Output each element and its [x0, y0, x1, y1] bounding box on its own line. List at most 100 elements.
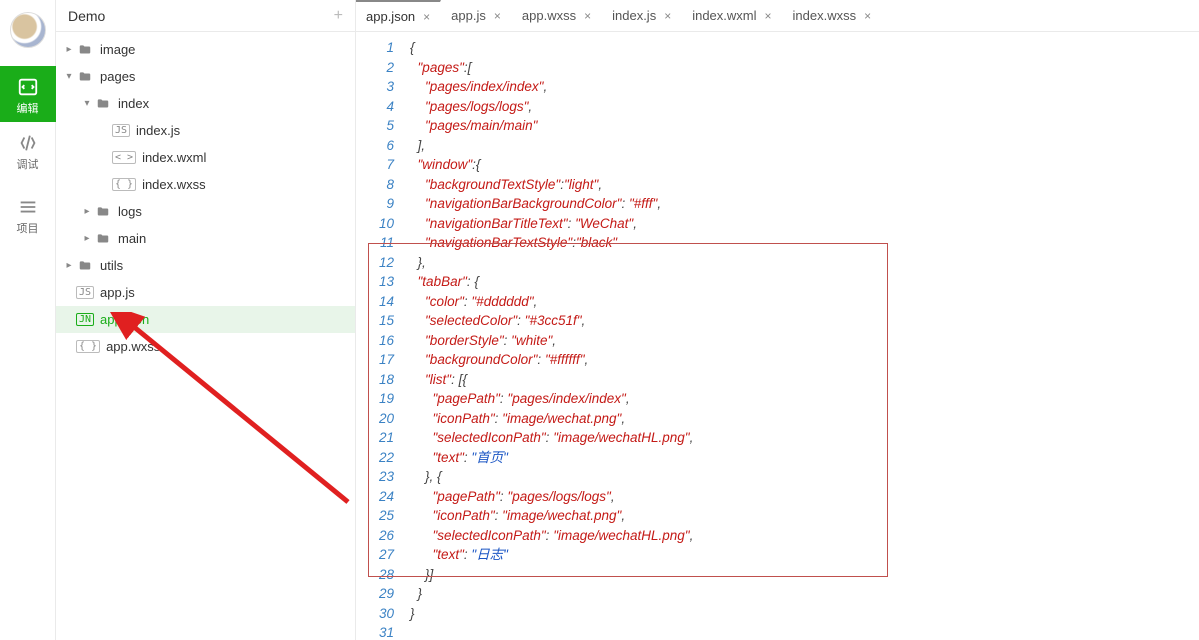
- folder-icon: [76, 259, 94, 273]
- chevron-icon: ▸: [64, 260, 74, 271]
- filetype-badge: { }: [76, 340, 100, 353]
- close-icon[interactable]: ×: [664, 9, 671, 23]
- file-label: index.wxml: [142, 150, 206, 165]
- chevron-icon: ▸: [64, 44, 74, 55]
- file-label: pages: [100, 69, 135, 84]
- tree-file-app.wxss[interactable]: { } app.wxss: [56, 333, 355, 360]
- file-explorer: Demo + ▸ image ▾ pages ▾ index JSindex.js < > in…: [56, 0, 356, 640]
- folder-icon: [94, 232, 112, 246]
- code-line: "iconPath": "image/wechat.png",: [410, 506, 1199, 526]
- code-line: "pages/main/main": [410, 116, 1199, 136]
- project-title: Demo: [68, 8, 105, 24]
- sidebar-project[interactable]: 项目: [0, 186, 56, 242]
- sidebar-edit-label: 编辑: [17, 100, 39, 116]
- sidebar-debug[interactable]: 调试: [0, 122, 56, 178]
- folder-icon: [94, 97, 112, 111]
- chevron-icon: ▸: [82, 206, 92, 217]
- close-icon[interactable]: ×: [765, 9, 772, 23]
- tree-file-index.wxml[interactable]: < > index.wxml: [56, 144, 355, 171]
- code-area[interactable]: 1234567891011121314151617181920212223242…: [356, 32, 1199, 640]
- code-line: }, {: [410, 467, 1199, 487]
- tree-file-index.js[interactable]: JSindex.js: [56, 117, 355, 144]
- code-line: [410, 623, 1199, 640]
- code-line: "pages":[: [410, 58, 1199, 78]
- code-line: "color": "#dddddd",: [410, 292, 1199, 312]
- sidebar-project-label: 项目: [17, 220, 39, 236]
- file-label: app.wxss: [106, 339, 160, 354]
- code-line: }: [410, 604, 1199, 624]
- code-line: "pagePath": "pages/index/index",: [410, 389, 1199, 409]
- file-label: index: [118, 96, 149, 111]
- chevron-icon: ▸: [82, 233, 92, 244]
- chevron-icon: ▾: [82, 98, 92, 109]
- close-icon[interactable]: ×: [494, 9, 501, 23]
- code-line: "text": "日志": [410, 545, 1199, 565]
- code-line: },: [410, 253, 1199, 273]
- code-line: "selectedIconPath": "image/wechatHL.png"…: [410, 428, 1199, 448]
- code-line: "iconPath": "image/wechat.png",: [410, 409, 1199, 429]
- code-line: {: [410, 38, 1199, 58]
- tab-app.wxss[interactable]: app.wxss ×: [512, 0, 602, 31]
- file-label: logs: [118, 204, 142, 219]
- filetype-badge: < >: [112, 151, 136, 164]
- editor-tabs: app.json×app.js×app.wxss×index.js×index.…: [356, 0, 1199, 32]
- tab-label: index.js: [612, 8, 656, 23]
- code-line: "text": "首页": [410, 448, 1199, 468]
- tab-index.wxss[interactable]: index.wxss ×: [783, 0, 883, 31]
- code-line: "window":{: [410, 155, 1199, 175]
- tree-file-index.wxss[interactable]: { } index.wxss: [56, 171, 355, 198]
- tab-index.js[interactable]: index.js ×: [602, 0, 682, 31]
- code-line: "borderStyle": "white",: [410, 331, 1199, 351]
- tree-folder-utils[interactable]: ▸utils: [56, 252, 355, 279]
- filetype-badge: JS: [76, 286, 94, 299]
- tree-folder-image[interactable]: ▸ image: [56, 36, 355, 63]
- code-line: "navigationBarBackgroundColor": "#fff",: [410, 194, 1199, 214]
- tab-label: app.json: [366, 9, 415, 24]
- code-line: "navigationBarTitleText": "WeChat",: [410, 214, 1199, 234]
- menu-icon: [17, 196, 39, 218]
- tab-label: index.wxml: [692, 8, 756, 23]
- code-icon: [17, 76, 39, 98]
- tab-label: app.js: [451, 8, 486, 23]
- code-line: "pages/index/index",: [410, 77, 1199, 97]
- code-line: "tabBar": {: [410, 272, 1199, 292]
- code-line: ],: [410, 136, 1199, 156]
- debug-icon: [17, 132, 39, 154]
- editor-pane: app.json×app.js×app.wxss×index.js×index.…: [356, 0, 1199, 640]
- tree-folder-main[interactable]: ▸ main: [56, 225, 355, 252]
- chevron-icon: ▾: [64, 71, 74, 82]
- tab-label: app.wxss: [522, 8, 576, 23]
- file-label: app.js: [100, 285, 135, 300]
- file-label: image: [100, 42, 135, 57]
- tree-file-app.json[interactable]: JN app.json: [56, 306, 355, 333]
- add-file-icon[interactable]: +: [334, 7, 343, 25]
- avatar[interactable]: [10, 12, 46, 48]
- filetype-badge: { }: [112, 178, 136, 191]
- code-line: "backgroundColor": "#ffffff",: [410, 350, 1199, 370]
- code-line: "selectedIconPath": "image/wechatHL.png"…: [410, 526, 1199, 546]
- tab-app.json[interactable]: app.json ×: [356, 0, 441, 31]
- close-icon[interactable]: ×: [584, 9, 591, 23]
- file-label: index.wxss: [142, 177, 206, 192]
- file-label: app.json: [100, 312, 149, 327]
- code-line: }: [410, 584, 1199, 604]
- tree-folder-logs[interactable]: ▸ logs: [56, 198, 355, 225]
- close-icon[interactable]: ×: [864, 9, 871, 23]
- tab-label: index.wxss: [793, 8, 857, 23]
- tree-folder-pages[interactable]: ▾ pages: [56, 63, 355, 90]
- explorer-header: Demo +: [56, 0, 355, 32]
- file-label: main: [118, 231, 146, 246]
- code-source[interactable]: { "pages":[ "pages/index/index", "pages/…: [406, 32, 1199, 640]
- tree-file-app.js[interactable]: JS app.js: [56, 279, 355, 306]
- filetype-badge: JN: [76, 313, 94, 326]
- tab-app.js[interactable]: app.js ×: [441, 0, 512, 31]
- code-line: "selectedColor": "#3cc51f",: [410, 311, 1199, 331]
- folder-icon: [76, 43, 94, 57]
- sidebar-edit[interactable]: 编辑: [0, 66, 56, 122]
- close-icon[interactable]: ×: [423, 10, 430, 24]
- code-line: "pagePath": "pages/logs/logs",: [410, 487, 1199, 507]
- tree-folder-index[interactable]: ▾ index: [56, 90, 355, 117]
- tab-index.wxml[interactable]: index.wxml ×: [682, 0, 782, 31]
- code-line: "list": [{: [410, 370, 1199, 390]
- line-gutter: 1234567891011121314151617181920212223242…: [356, 32, 406, 640]
